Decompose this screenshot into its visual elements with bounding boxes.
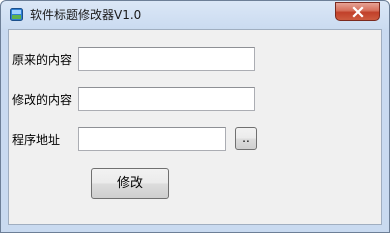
- close-icon: [352, 6, 364, 18]
- app-icon: [10, 8, 23, 21]
- form-panel: 原来的内容 修改的内容 程序地址 .. 修改: [8, 29, 382, 225]
- browse-button[interactable]: ..: [235, 127, 257, 150]
- title-bar[interactable]: 软件标题修改器V1.0: [1, 1, 389, 29]
- modify-button[interactable]: 修改: [91, 168, 169, 199]
- close-button[interactable]: [335, 2, 380, 21]
- original-content-label: 原来的内容: [12, 53, 73, 67]
- modified-content-input[interactable]: [78, 87, 255, 111]
- modified-content-label: 修改的内容: [12, 93, 73, 107]
- window-title: 软件标题修改器V1.0: [30, 8, 142, 22]
- program-path-label: 程序地址: [12, 133, 61, 147]
- app-window: 软件标题修改器V1.0 原来的内容 修改的内容 程序地址 .. 修改: [0, 0, 390, 233]
- program-path-input[interactable]: [78, 127, 226, 151]
- original-content-input[interactable]: [78, 47, 255, 71]
